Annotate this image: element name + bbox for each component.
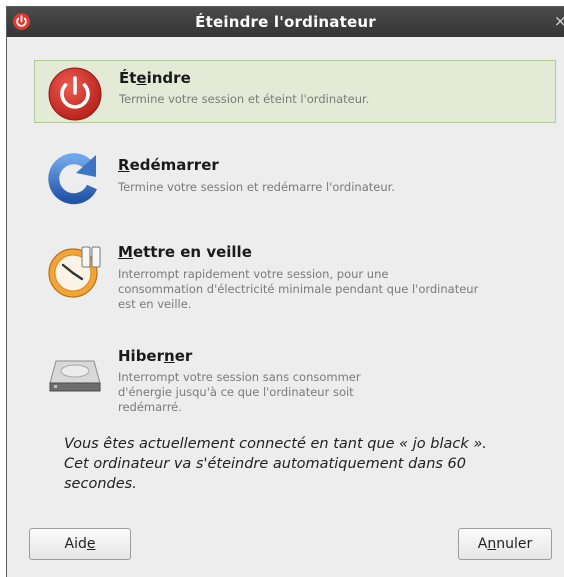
label-text: edémarrer — [129, 156, 219, 174]
cancel-button[interactable]: Annuler — [458, 528, 552, 560]
option-shutdown[interactable]: Éteindre Termine votre session et éteint… — [34, 60, 556, 123]
help-button[interactable]: Aide — [29, 528, 131, 560]
description-line: consommation d'électricité minimale pend… — [118, 282, 479, 296]
option-label: Éteindre — [119, 69, 191, 87]
shutdown-dialog: Éteindre l'ordinateur × Éteindre Termine… — [6, 6, 564, 577]
button-mnemonic: e — [86, 536, 96, 552]
label-text: Hiber — [118, 347, 165, 365]
button-text: A — [477, 536, 488, 552]
close-icon[interactable]: × — [554, 12, 564, 30]
option-description: Termine votre session et éteint l'ordina… — [119, 92, 370, 106]
label-text: ettre en veille — [132, 243, 252, 261]
label-text: indre — [146, 69, 191, 87]
label-text: Ét — [119, 69, 137, 87]
label-mnemonic: n — [164, 347, 175, 365]
description-line: d'énergie jusqu'à ce que l'ordinateur so… — [118, 385, 354, 399]
button-mnemonic: n — [487, 536, 497, 552]
power-icon — [48, 67, 102, 121]
title-bar: Éteindre l'ordinateur × — [7, 7, 564, 37]
description-line: Interrompt rapidement votre session, pou… — [118, 267, 389, 281]
hard-disk-icon — [49, 360, 101, 392]
label-mnemonic: R — [118, 156, 130, 174]
description-line: Interrompt votre session sans consommer — [118, 370, 361, 384]
option-suspend[interactable]: Mettre en veille Interrompt rapidement v… — [34, 233, 556, 317]
button-text: nuler — [496, 536, 533, 552]
message-line: secondes. — [64, 476, 137, 492]
description-line: redémarré. — [118, 400, 182, 414]
message-line: Vous êtes actuellement connecté en tant … — [64, 436, 487, 452]
window-title: Éteindre l'ordinateur — [195, 13, 376, 31]
label-mnemonic: e — [136, 69, 147, 87]
message-line: Cet ordinateur va s'éteindre automatique… — [64, 456, 466, 472]
option-description: Interrompt rapidement votre session, pou… — [118, 267, 478, 312]
restart-icon — [48, 153, 98, 205]
option-restart[interactable]: Redémarrer Termine votre session et redé… — [34, 147, 556, 207]
option-description: Interrompt votre session sans consommer … — [118, 370, 361, 415]
suspend-clock-icon — [48, 246, 101, 298]
label-mnemonic: M — [118, 243, 133, 261]
button-text: Aid — [64, 536, 87, 552]
logout-message: Vous êtes actuellement connecté en tant … — [64, 434, 544, 494]
option-label: Mettre en veille — [118, 243, 252, 261]
option-label: Hiberner — [118, 347, 192, 365]
description-line: est en veille. — [118, 297, 192, 311]
option-description: Termine votre session et redémarre l'ord… — [118, 180, 395, 194]
label-text: er — [174, 347, 193, 365]
option-hibernate[interactable]: Hiberner Interrompt votre session sans c… — [34, 337, 556, 421]
option-label: Redémarrer — [118, 156, 219, 174]
